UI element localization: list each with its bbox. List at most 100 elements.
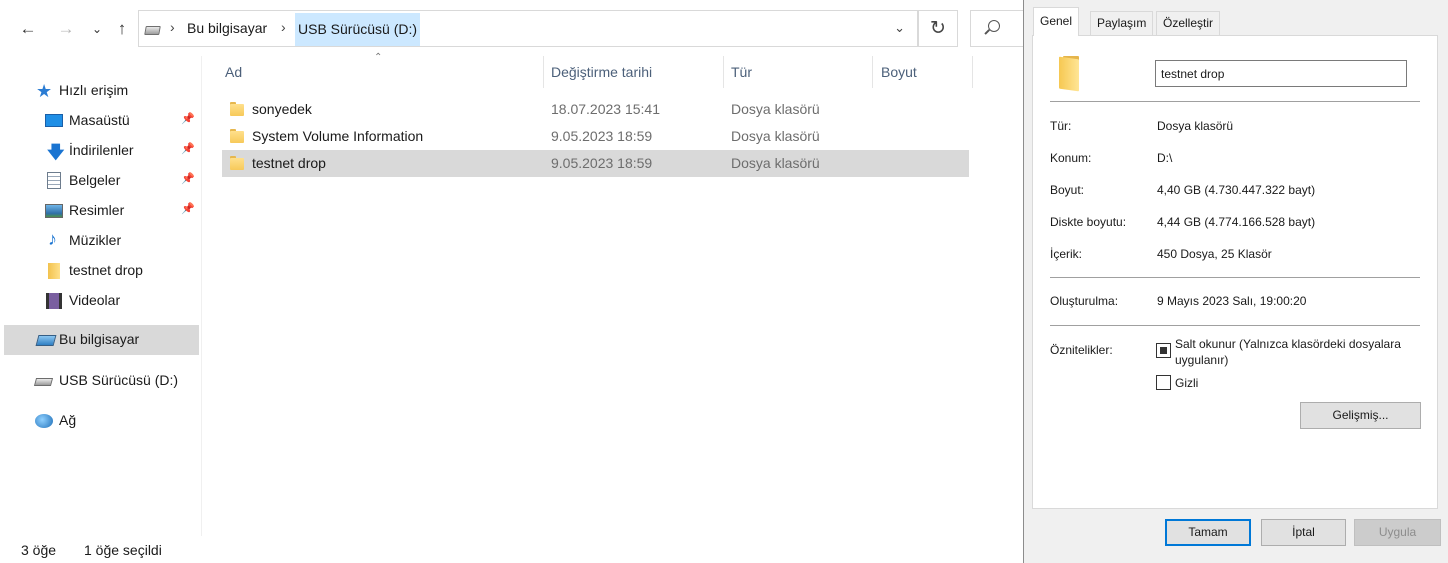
breadcrumb-usb-drive[interactable]: USB Sürücüsü (D:) [295, 13, 421, 46]
chevron-down-icon[interactable]: ⌄ [894, 20, 905, 36]
nav-label: USB Sürücüsü (D:) [59, 372, 179, 388]
hidden-checkbox[interactable] [1156, 375, 1171, 390]
usb-drive-icon [33, 378, 54, 386]
desktop-icon [45, 114, 63, 127]
column-header-type[interactable]: Tür [731, 56, 752, 88]
location-value: D:\ [1157, 151, 1173, 165]
tab-sharing[interactable]: Paylaşım [1090, 11, 1154, 35]
pin-icon[interactable]: 📌 [181, 112, 195, 125]
file-modified: 18.07.2023 15:41 [551, 101, 660, 117]
column-separator[interactable] [723, 56, 724, 88]
ok-button[interactable]: Tamam [1165, 519, 1251, 546]
contains-value: 450 Dosya, 25 Klasör [1157, 247, 1272, 261]
file-row[interactable]: testnet drop 9.05.2023 18:59 Dosya klasö… [222, 150, 969, 177]
column-separator[interactable] [972, 56, 973, 88]
column-header-size[interactable]: Boyut [881, 56, 917, 88]
size-value: 4,40 GB (4.730.447.322 bayt) [1157, 183, 1316, 197]
location-label: Konum: [1050, 151, 1092, 165]
created-label: Oluşturulma: [1050, 294, 1119, 308]
nav-label: Videolar [69, 292, 121, 308]
size-on-disk-label: Diskte boyutu: [1050, 215, 1127, 229]
file-type: Dosya klasörü [731, 101, 820, 117]
up-arrow-icon[interactable]: ↑ [108, 15, 136, 43]
pin-icon[interactable]: 📌 [181, 142, 195, 155]
item-count: 3 öğe [21, 542, 57, 558]
star-icon: ★ [36, 81, 53, 101]
nav-item-videos[interactable]: Videolar [4, 286, 199, 316]
refresh-icon[interactable]: ↻ [918, 10, 958, 47]
nav-item-this-pc[interactable]: Bu bilgisayar [4, 325, 199, 355]
forward-arrow-icon[interactable]: → [52, 15, 80, 43]
column-header-name[interactable]: Ad [225, 56, 242, 88]
music-icon: ♪ [48, 229, 57, 249]
breadcrumb-this-pc[interactable]: Bu bilgisayar [187, 20, 267, 36]
folder-icon [230, 129, 244, 143]
apply-button[interactable]: Uygula [1354, 519, 1441, 546]
folder-icon [230, 102, 244, 116]
nav-label: Hızlı erişim [59, 82, 129, 98]
pictures-icon [45, 204, 63, 218]
nav-label: Müzikler [69, 232, 122, 248]
nav-label: Ağ [59, 412, 77, 428]
documents-icon [47, 172, 61, 189]
nav-item-pictures[interactable]: Resimler 📌 [4, 196, 199, 226]
divider [1050, 325, 1420, 326]
nav-item-quick-access[interactable]: ★ Hızlı erişim [4, 76, 199, 106]
file-name: sonyedek [252, 101, 312, 117]
nav-item-testnet-drop[interactable]: testnet drop [4, 256, 199, 286]
nav-item-network[interactable]: Ağ [4, 406, 199, 436]
created-value: 9 Mayıs 2023 Salı, 19:00:20 [1157, 294, 1307, 308]
file-row[interactable]: sonyedek 18.07.2023 15:41 Dosya klasörü [222, 96, 969, 123]
chevron-right-icon[interactable]: › [281, 19, 286, 35]
nav-label: İndirilenler [69, 142, 134, 158]
file-row[interactable]: System Volume Information 9.05.2023 18:5… [222, 123, 969, 150]
hidden-label[interactable]: Gizli [1175, 375, 1198, 391]
file-modified: 9.05.2023 18:59 [551, 155, 653, 171]
divider [1050, 277, 1420, 278]
nav-label: Belgeler [69, 172, 121, 188]
type-value: Dosya klasörü [1157, 119, 1234, 133]
nav-item-music[interactable]: ♪ Müzikler [4, 226, 199, 256]
chevron-right-icon[interactable]: › [170, 19, 175, 35]
sort-ascending-icon: ⌃ [374, 52, 383, 63]
recent-locations-chevron-icon[interactable]: ⌄ [83, 15, 111, 43]
address-bar[interactable]: › Bu bilgisayar › USB Sürücüsü (D:) ⌄ [138, 10, 918, 47]
attributes-label: Öznitelikler: [1050, 343, 1113, 357]
column-separator[interactable] [872, 56, 873, 88]
back-arrow-icon[interactable]: ← [14, 15, 42, 43]
search-box[interactable] [970, 10, 1030, 47]
nav-item-desktop[interactable]: Masaüstü 📌 [4, 106, 199, 136]
usb-drive-icon [144, 26, 161, 35]
tab-general[interactable]: Genel [1033, 7, 1080, 36]
tab-customize[interactable]: Özelleştir [1156, 11, 1221, 35]
search-icon [988, 20, 1000, 32]
column-separator[interactable] [543, 56, 544, 88]
nav-label: Bu bilgisayar [59, 331, 140, 347]
file-name: testnet drop [252, 155, 326, 171]
readonly-label[interactable]: Salt okunur (Yalnızca klasördeki dosyala… [1175, 336, 1415, 368]
computer-icon [35, 335, 57, 346]
pane-divider[interactable] [201, 56, 202, 536]
pin-icon[interactable]: 📌 [181, 172, 195, 185]
status-bar: 3 öğe 1 öğe seçildi [0, 536, 1024, 563]
pin-icon[interactable]: 📌 [181, 202, 195, 215]
contains-label: İçerik: [1050, 247, 1083, 261]
folder-icon [1059, 56, 1083, 92]
divider [1050, 101, 1420, 102]
nav-item-usb-drive[interactable]: USB Sürücüsü (D:) [4, 366, 199, 396]
nav-item-documents[interactable]: Belgeler 📌 [4, 166, 199, 196]
selected-count: 1 öğe seçildi [84, 542, 162, 558]
file-type: Dosya klasörü [731, 128, 820, 144]
folder-icon [48, 263, 60, 279]
advanced-button[interactable]: Gelişmiş... [1300, 402, 1421, 429]
nav-item-downloads[interactable]: 🡇 İndirilenler 📌 [4, 136, 199, 166]
nav-label: Masaüstü [69, 112, 130, 128]
size-on-disk-value: 4,44 GB (4.774.166.528 bayt) [1157, 215, 1316, 229]
file-type: Dosya klasörü [731, 155, 820, 171]
column-header-modified[interactable]: Değiştirme tarihi [551, 56, 652, 88]
file-modified: 9.05.2023 18:59 [551, 128, 653, 144]
cancel-button[interactable]: İptal [1261, 519, 1346, 546]
nav-label: testnet drop [69, 262, 143, 278]
folder-name-field[interactable] [1155, 60, 1407, 87]
readonly-checkbox[interactable] [1156, 343, 1171, 358]
